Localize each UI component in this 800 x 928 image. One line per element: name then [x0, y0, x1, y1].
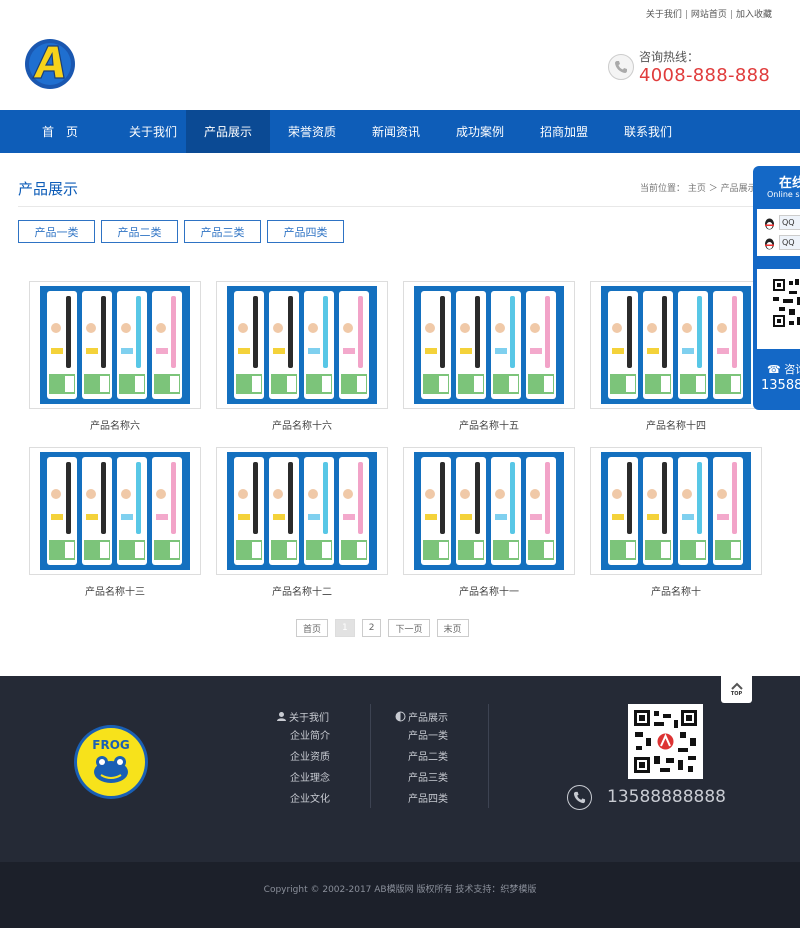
product-card[interactable]: 产品名称十一 [403, 447, 575, 598]
product-name[interactable]: 产品名称十五 [403, 417, 575, 432]
top-link-about[interactable]: 关于我们 [646, 10, 682, 20]
category-button-2[interactable]: 产品二类 [101, 220, 178, 243]
category-button-4[interactable]: 产品四类 [267, 220, 344, 243]
footer-col-about: 关于我们 企业简介 企业资质 企业理念 企业文化 [276, 706, 330, 811]
qr-code [757, 269, 800, 349]
chevron-up-icon [730, 682, 743, 690]
product-name[interactable]: 产品名称十一 [403, 583, 575, 598]
page-button-1[interactable]: 1 [335, 619, 355, 637]
product-card[interactable]: 产品名称十六 [216, 281, 388, 432]
service-title: 在线客服 [779, 176, 800, 191]
site-logo[interactable] [24, 38, 78, 90]
top-link-home[interactable]: 网站首页 [691, 10, 727, 20]
product-card[interactable]: 产品名称十二 [216, 447, 388, 598]
qq-button[interactable]: QQ [779, 235, 800, 250]
product-card[interactable]: 产品名称十四 [590, 281, 762, 432]
footer-col-heading: 关于我们 [276, 706, 330, 727]
page-next-button[interactable]: 下一页 [388, 619, 430, 637]
top-links: 关于我们 | 网站首页 | 加入收藏 [645, 10, 772, 20]
footer-phone-number: 13588888888 [607, 787, 726, 807]
page-title: 产品展示 [18, 180, 79, 198]
qq-box: QQ QQ [757, 209, 800, 256]
hotline-label: 咨询热线： [639, 50, 700, 64]
footer-link[interactable]: 企业简介 [276, 727, 330, 748]
top-link-favorite[interactable]: 加入收藏 [736, 10, 772, 20]
back-to-top-button[interactable]: TOP [721, 676, 752, 703]
footer-phone-icon [567, 785, 592, 810]
main-nav: 首 页 关于我们 产品展示 荣誉资质 新闻资讯 成功案例 招商加盟 联系我们 [0, 110, 800, 153]
page-button-2[interactable]: 2 [361, 619, 382, 637]
nav-item-home[interactable]: 首 页 [0, 110, 120, 153]
footer-link[interactable]: 产品三类 [395, 769, 448, 790]
footer-divider [370, 704, 371, 808]
product-name[interactable]: 产品名称十 [590, 583, 762, 598]
product-image[interactable] [403, 447, 575, 575]
product-image[interactable] [216, 447, 388, 575]
nav-item-franchise[interactable]: 招商加盟 [522, 110, 606, 153]
page: 关于我们 | 网站首页 | 加入收藏 咨询热线： 4008-888-888 首 页 关于… [0, 0, 800, 928]
product-name[interactable]: 产品名称六 [29, 417, 201, 432]
service-subtitle: Online service [767, 190, 800, 199]
hotline: 咨询热线： 4008-888-888 [608, 48, 800, 90]
pagination: 首页 1 2 下一页 末页 [296, 619, 469, 637]
category-button-3[interactable]: 产品三类 [184, 220, 261, 243]
nav-item-about[interactable]: 关于我们 [120, 110, 186, 153]
footer-link[interactable]: 企业理念 [276, 769, 330, 790]
footer-divider [488, 704, 489, 808]
top-label: TOP [730, 691, 743, 697]
product-image[interactable] [216, 281, 388, 409]
service-tel-number: 13588888888 [761, 378, 800, 393]
product-name[interactable]: 产品名称十四 [590, 417, 762, 432]
breadcrumb: 当前位置： 主页 ＞ 产品展示 [640, 184, 757, 194]
footer-col-products: 产品展示 产品一类 产品二类 产品三类 产品四类 [395, 706, 448, 811]
footer-col-heading: 产品展示 [395, 706, 448, 727]
footer-link[interactable]: 企业文化 [276, 790, 330, 811]
nav-item-contact[interactable]: 联系我们 [606, 110, 690, 153]
qq-penguin-icon [763, 215, 776, 230]
hotline-number: 4008-888-888 [639, 65, 771, 86]
footer-col1-title[interactable]: 关于我们 [289, 709, 329, 724]
footer-col2-title[interactable]: 产品展示 [408, 709, 448, 724]
product-image[interactable] [29, 281, 201, 409]
nav-item-cases[interactable]: 成功案例 [438, 110, 522, 153]
category-buttons: 产品一类 产品二类 产品三类 产品四类 [18, 220, 344, 243]
online-service-panel: 在线客服 Online service QQ QQ ☎ 咨询热线 1358888… [753, 166, 800, 410]
frog-logo[interactable]: FROG [72, 724, 150, 806]
footer-link[interactable]: 产品二类 [395, 748, 448, 769]
product-name[interactable]: 产品名称十二 [216, 583, 388, 598]
product-image[interactable] [29, 447, 201, 575]
page-last-button[interactable]: 末页 [436, 619, 469, 637]
footer-link[interactable]: 产品四类 [395, 790, 448, 811]
half-circle-icon [395, 711, 406, 722]
product-card[interactable]: 产品名称十 [590, 447, 762, 598]
copyright-text: Copyright © 2002-2017 AB模版网 版权所有 技术支持：织梦… [263, 885, 537, 895]
footer-link[interactable]: 企业资质 [276, 748, 330, 769]
frog-logo-text: FROG [92, 738, 130, 752]
product-name[interactable]: 产品名称十六 [216, 417, 388, 432]
product-card[interactable]: 产品名称十五 [403, 281, 575, 432]
nav-item-honors[interactable]: 荣誉资质 [270, 110, 354, 153]
qq-button[interactable]: QQ [779, 215, 800, 230]
qq-penguin-icon [763, 235, 776, 250]
product-image[interactable] [590, 281, 762, 409]
footer-qr-code [628, 704, 703, 779]
product-card[interactable]: 产品名称十三 [29, 447, 201, 598]
divider [18, 206, 758, 207]
copyright-bar [0, 862, 800, 928]
page-first-button[interactable]: 首页 [296, 619, 329, 637]
service-tel-label: ☎ 咨询热线 [767, 363, 800, 376]
product-card[interactable]: 产品名称六 [29, 281, 201, 432]
product-image[interactable] [403, 281, 575, 409]
user-icon [277, 712, 286, 721]
footer-link[interactable]: 产品一类 [395, 727, 448, 748]
product-image[interactable] [590, 447, 762, 575]
nav-item-news[interactable]: 新闻资讯 [354, 110, 438, 153]
product-name[interactable]: 产品名称十三 [29, 583, 201, 598]
nav-item-products[interactable]: 产品展示 [186, 110, 270, 153]
category-button-1[interactable]: 产品一类 [18, 220, 95, 243]
phone-icon [608, 54, 634, 80]
